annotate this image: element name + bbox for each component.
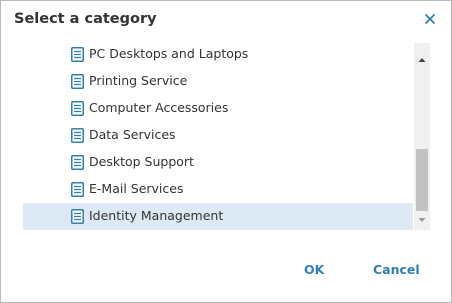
list-item-label: Data Services (89, 127, 176, 142)
document-icon (71, 101, 84, 116)
list-item-label: Computer Accessories (89, 100, 229, 115)
scroll-up-arrow-icon[interactable] (414, 53, 430, 67)
list-scrollbar[interactable] (414, 43, 430, 230)
list-item-label: Identity Management (89, 208, 224, 223)
list-item-pc-desktops-and-laptops[interactable]: PC Desktops and Laptops (23, 43, 413, 68)
list-item-label: Desktop Support (89, 154, 194, 169)
list-item-printing-service[interactable]: Printing Service (23, 68, 413, 95)
document-icon (71, 209, 84, 224)
list-item-e-mail-services[interactable]: E-Mail Services (23, 176, 413, 203)
ok-button[interactable]: OK (304, 262, 324, 277)
scroll-down-arrow-icon[interactable] (414, 213, 430, 227)
list-item-desktop-support[interactable]: Desktop Support (23, 149, 413, 176)
list-item-computer-accessories[interactable]: Computer Accessories (23, 95, 413, 122)
dialog-title: Select a category (14, 11, 157, 27)
document-icon (71, 128, 84, 143)
document-icon (71, 74, 84, 89)
list-item-label: E-Mail Services (89, 181, 184, 196)
list-item-label: PC Desktops and Laptops (89, 46, 249, 61)
list-item-identity-management[interactable]: Identity Management (23, 203, 413, 230)
list-item-data-services[interactable]: Data Services (23, 122, 413, 149)
scrollbar-thumb[interactable] (416, 149, 428, 211)
document-icon (71, 47, 84, 62)
document-icon (71, 155, 84, 170)
close-icon[interactable] (423, 12, 437, 26)
category-list[interactable]: PC Desktops and Laptops Printing Service… (23, 43, 430, 230)
list-item-label: Printing Service (89, 73, 188, 88)
document-icon (71, 182, 84, 197)
cancel-button[interactable]: Cancel (373, 262, 420, 277)
select-category-dialog: Select a category PC Desktops and Laptop… (0, 0, 452, 303)
